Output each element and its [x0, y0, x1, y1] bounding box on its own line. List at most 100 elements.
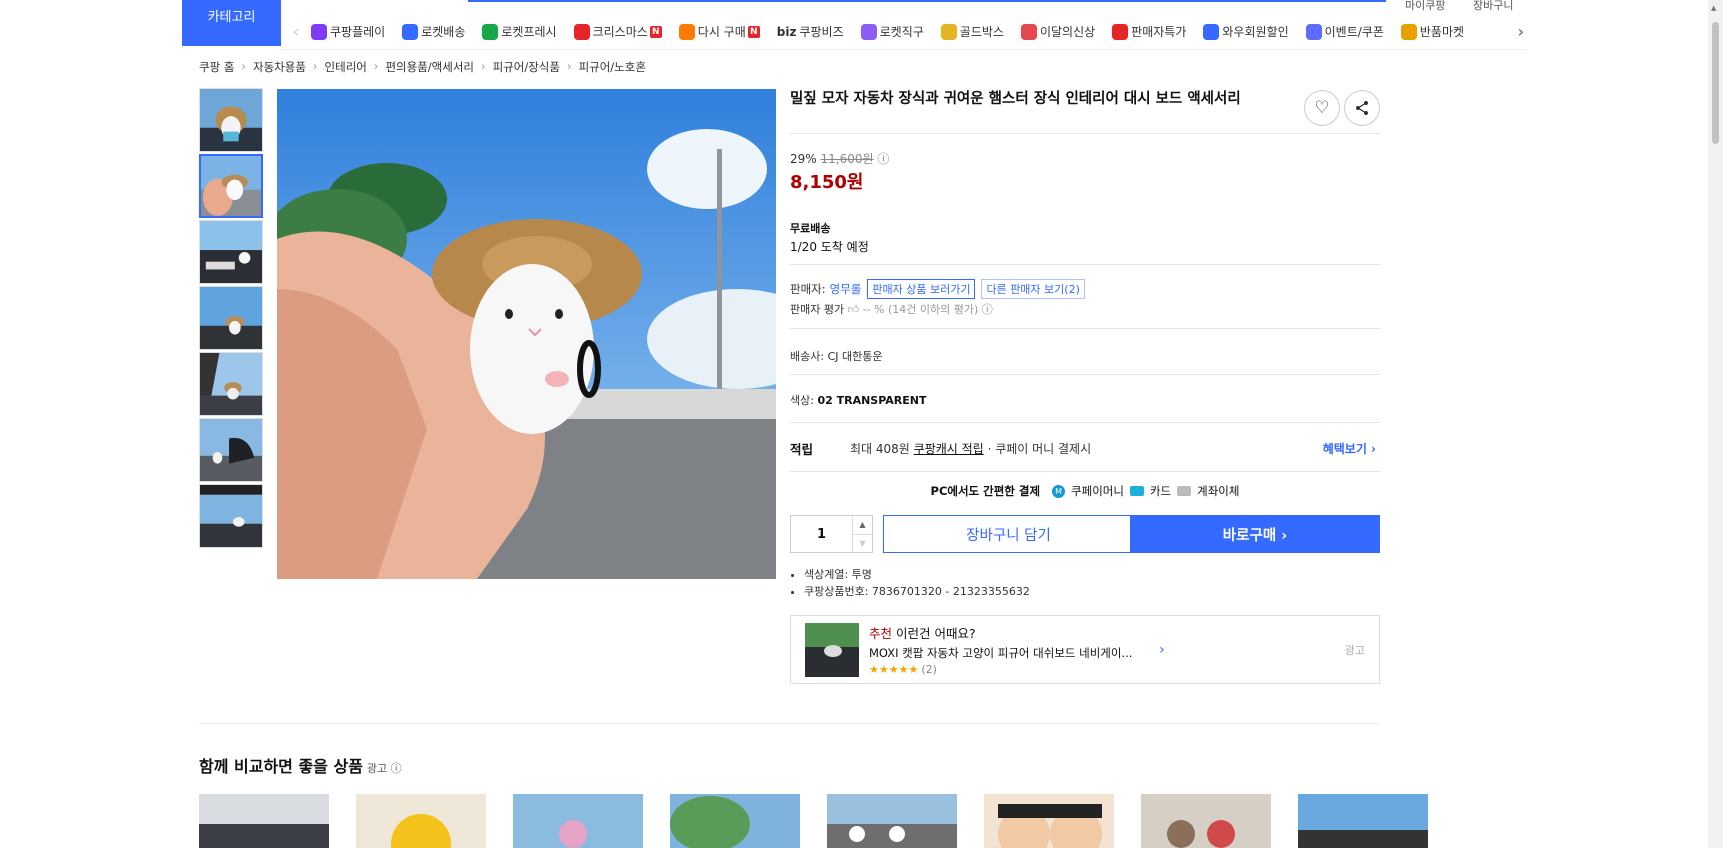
nav-item-label: 반품마켓	[1419, 25, 1465, 39]
compare-product-card[interactable]	[827, 794, 957, 848]
view-benefits-link[interactable]: 혜택보기 ›	[1323, 440, 1376, 457]
compare-product-card[interactable]	[356, 794, 486, 848]
carrier-row: 배송사: CJ 대한통운	[790, 348, 882, 364]
breadcrumb-separator-icon: ›	[241, 59, 247, 73]
color-row[interactable]: 색상: 02 TRANSPARENT	[790, 392, 926, 408]
quantity-up-icon[interactable]: ▲	[853, 516, 872, 534]
reward-condition: · 쿠페이 머니 결제시	[987, 442, 1092, 456]
nav-item-6[interactable]: biz 쿠팡비즈	[777, 23, 844, 40]
scroll-up-icon[interactable]: ▲	[1711, 4, 1716, 12]
nav-item-3[interactable]: 로켓프레시	[482, 23, 557, 40]
nav-item-label: 쿠팡비즈	[799, 25, 844, 39]
divider	[790, 264, 1380, 265]
category-button[interactable]: 카테고리	[182, 0, 281, 46]
carrier-label: 배송사:	[790, 350, 825, 363]
compare-product-grid	[199, 794, 1428, 848]
scrollbar-thumb[interactable]	[1712, 22, 1719, 144]
add-to-cart-button[interactable]: 장바구니 담기	[883, 515, 1134, 553]
seller-name-link[interactable]: 영무롤	[830, 281, 862, 297]
page-scrollbar[interactable]: ▲	[1708, 0, 1723, 848]
nav-item-label: 크리스마스	[592, 25, 648, 39]
breadcrumb: 쿠팡 홈 › 자동차용품 › 인테리어 › 편의용품/액세서리 › 피규어/장식품 › 피규어/노호…	[199, 59, 646, 75]
divider	[790, 328, 1380, 329]
compare-product-card[interactable]	[199, 794, 329, 848]
coupang-cash-link[interactable]: 쿠팡캐시 적립	[914, 440, 984, 457]
thumbnail-3[interactable]	[199, 220, 263, 284]
rocket-icon	[402, 23, 419, 40]
thumbnail-2[interactable]	[199, 154, 263, 218]
nav-item-11[interactable]: 와우회원할인	[1203, 23, 1289, 40]
compare-product-card[interactable]	[513, 794, 643, 848]
thumbnail-1[interactable]	[199, 88, 263, 152]
quantity-stepper[interactable]: 1 ▲ ▼	[790, 515, 873, 553]
ad-label: 광고	[1344, 643, 1365, 657]
payment-methods: PC에서도 간편한 결제 M 쿠페이머니 카드 계좌이체	[790, 483, 1380, 499]
santa-icon	[573, 23, 590, 40]
divider	[790, 471, 1380, 472]
top-links: 마이쿠팡 장바구니	[1405, 0, 1537, 13]
thumbs-up-icon: 👍︎	[847, 303, 863, 316]
compare-product-card[interactable]	[1141, 794, 1271, 848]
biz-icon: biz	[776, 24, 797, 39]
price-discount-row: 29% 11,600원 ⓘ	[790, 150, 889, 167]
price-info-icon[interactable]: ⓘ	[877, 152, 889, 166]
breadcrumb-item[interactable]: 편의용품/액세서리	[385, 59, 474, 75]
sale-price: 8,150원	[790, 172, 864, 193]
nav-next-icon[interactable]: ›	[1518, 22, 1524, 41]
share-icon[interactable]	[1344, 90, 1380, 126]
seller-rating-value: -- % (14건 이하의 평가)	[862, 303, 979, 316]
seller-products-button[interactable]: 판매자 상품 보러가기	[867, 279, 976, 299]
basket-icon	[678, 23, 695, 40]
nav-item-12[interactable]: 이벤트/쿠폰	[1305, 23, 1384, 40]
card-icon	[1129, 486, 1144, 496]
nav-item-label: 이달의신상	[1039, 25, 1096, 39]
main-product-image[interactable]	[277, 89, 776, 579]
breadcrumb-separator-icon: ›	[312, 59, 318, 73]
wishlist-heart-icon[interactable]: ♡	[1304, 90, 1340, 126]
divider	[790, 422, 1380, 423]
nav-item-7[interactable]: 로켓직구	[860, 23, 924, 40]
recommendation-card[interactable]: 추천 이런건 어때요? MOXI 캣팝 자동차 고양이 피규어 대쉬보드 네비게…	[790, 615, 1380, 684]
nav-item-1[interactable]: 쿠팡플레이	[311, 23, 385, 40]
nav-item-10[interactable]: 판매자특가	[1112, 23, 1186, 40]
recommendation-headline: 추천 이런건 어때요?	[869, 626, 976, 641]
cart-link[interactable]: 장바구니	[1473, 0, 1513, 12]
nav-prev-icon[interactable]: ‹	[281, 22, 311, 41]
reward-row: 적립 최대 408원 쿠팡캐시 적립 · 쿠페이 머니 결제시 혜택보기 ›	[790, 439, 1380, 458]
breadcrumb-item[interactable]: 쿠팡 홈	[199, 59, 234, 75]
percent-icon	[1112, 23, 1129, 40]
thumbnail-4[interactable]	[199, 286, 263, 350]
quantity-input[interactable]: 1	[791, 516, 852, 552]
compare-product-card[interactable]	[670, 794, 800, 848]
breadcrumb-item[interactable]: 피규어/장식품	[493, 59, 560, 75]
nav-item-13[interactable]: 반품마켓	[1400, 23, 1465, 40]
chevron-right-icon[interactable]: ›	[1159, 642, 1165, 658]
nav-item-4[interactable]: 크리스마스 N	[573, 23, 662, 40]
new-badge: N	[747, 25, 760, 38]
breadcrumb-item[interactable]: 피규어/노호혼	[579, 59, 646, 75]
divider	[790, 374, 1380, 375]
my-coupang-link[interactable]: 마이쿠팡	[1405, 0, 1445, 12]
thumbnail-5[interactable]	[199, 352, 263, 416]
coupon-icon	[1305, 23, 1322, 40]
other-sellers-button[interactable]: 다른 판매자 보기(2)	[981, 279, 1085, 299]
compare-product-card[interactable]	[984, 794, 1114, 848]
thumbnail-6[interactable]	[199, 418, 263, 482]
compare-product-card[interactable]	[1298, 794, 1428, 848]
quantity-down-icon[interactable]: ▼	[853, 533, 872, 553]
nav-item-9[interactable]: 이달의신상	[1020, 23, 1096, 40]
breadcrumb-item[interactable]: 인테리어	[325, 59, 367, 75]
nav-item-2[interactable]: 로켓배송	[402, 23, 465, 40]
breadcrumb-item[interactable]: 자동차용품	[253, 59, 306, 75]
seller-label: 판매자:	[790, 282, 826, 296]
rocket-fresh-icon	[482, 23, 499, 40]
wow-icon	[1203, 23, 1220, 40]
nav-item-8[interactable]: 골드박스	[940, 23, 1004, 40]
buy-now-button[interactable]: 바로구매 ›	[1130, 515, 1380, 553]
nav-item-label: 판매자특가	[1131, 25, 1187, 39]
thumbnail-7[interactable]	[199, 484, 263, 548]
rating-info-icon[interactable]: ⓘ	[982, 303, 993, 316]
breadcrumb-separator-icon: ›	[566, 59, 572, 73]
nav-item-5[interactable]: 다시 구매 N	[678, 23, 760, 40]
section-divider	[199, 723, 1380, 724]
